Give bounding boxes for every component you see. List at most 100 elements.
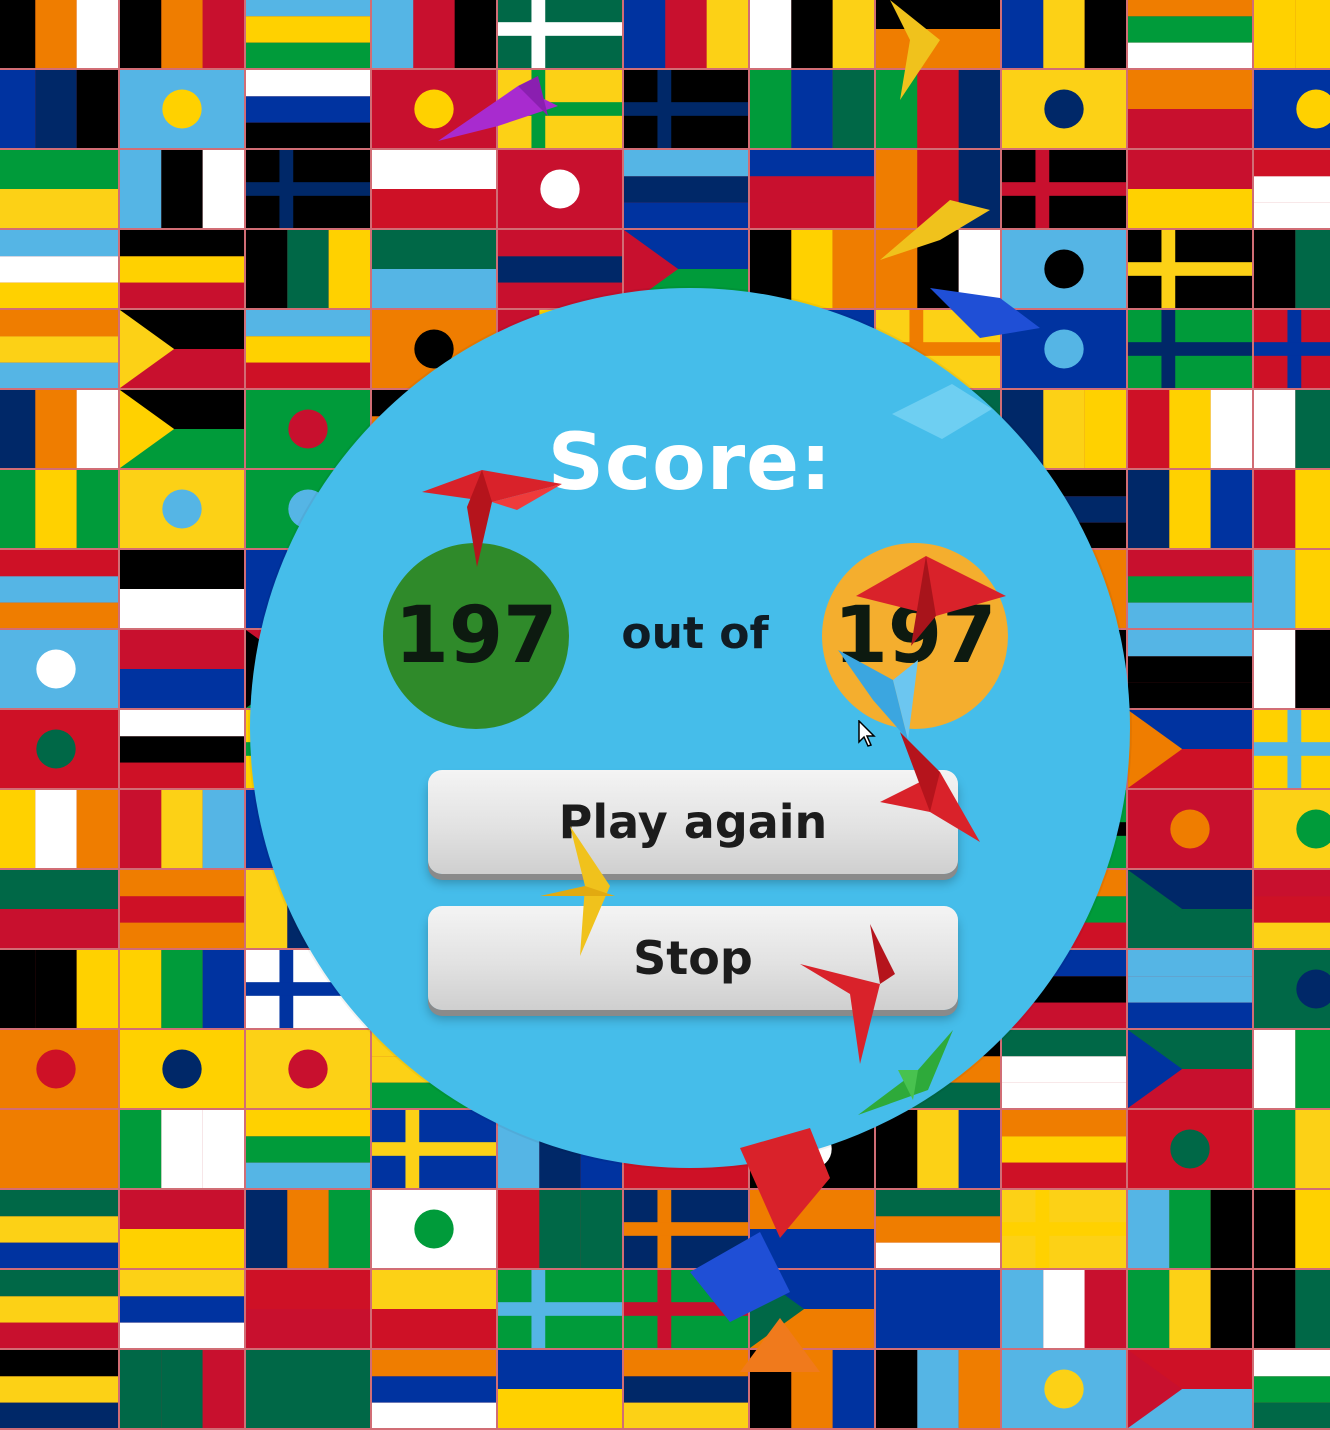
flag-tile (1254, 790, 1330, 870)
flag-tile (1128, 550, 1254, 630)
flag-tile (246, 1270, 372, 1350)
flag-tile (498, 1270, 624, 1350)
flag-tile (624, 1350, 750, 1430)
flag-tile (120, 710, 246, 790)
flag-tile (876, 1270, 1002, 1350)
flag-tile (1002, 70, 1128, 150)
flag-tile (246, 1030, 372, 1110)
flag-tile (1002, 1110, 1128, 1190)
flag-tile (1254, 470, 1330, 550)
flag-tile (120, 150, 246, 230)
flag-tile (0, 1270, 120, 1350)
flag-tile (624, 150, 750, 230)
flag-tile (0, 0, 120, 70)
flag-tile (372, 1110, 498, 1190)
flag-tile (1254, 230, 1330, 310)
flag-tile (120, 70, 246, 150)
flag-tile (498, 70, 624, 150)
flag-tile (750, 1270, 876, 1350)
flag-tile (0, 310, 120, 390)
flag-tile (1254, 710, 1330, 790)
flag-tile (624, 70, 750, 150)
flag-tile (1254, 870, 1330, 950)
flag-tile (498, 1190, 624, 1270)
flag-tile (0, 470, 120, 550)
flag-tile (0, 630, 120, 710)
flag-tile (1128, 1110, 1254, 1190)
flag-tile (246, 1350, 372, 1430)
flag-tile (246, 1110, 372, 1190)
flag-tile (1254, 390, 1330, 470)
flag-tile (1254, 950, 1330, 1030)
flag-tile (1002, 1190, 1128, 1270)
flag-tile (750, 1190, 876, 1270)
total-score-badge: 197 (822, 543, 1008, 729)
flag-tile (1254, 1270, 1330, 1350)
mouse-cursor-icon (858, 720, 876, 747)
flag-tile (1254, 630, 1330, 710)
flag-tile (372, 1350, 498, 1430)
flag-tile (0, 1190, 120, 1270)
flag-tile (624, 1190, 750, 1270)
flag-tile (0, 1030, 120, 1110)
flag-tile (1128, 1030, 1254, 1110)
flag-tile (1254, 550, 1330, 630)
play-again-button[interactable]: Play again (428, 770, 958, 874)
flag-tile (1128, 70, 1254, 150)
flag-tile (1128, 1270, 1254, 1350)
flag-tile (0, 230, 120, 310)
flag-tile (120, 310, 246, 390)
flag-tile (0, 390, 120, 470)
flag-tile (0, 550, 120, 630)
flag-tile (0, 870, 120, 950)
flag-tile (120, 950, 246, 1030)
flag-tile (120, 470, 246, 550)
flag-tile (624, 1270, 750, 1350)
flag-tile (1002, 230, 1128, 310)
flag-tile (120, 870, 246, 950)
flag-tile (498, 0, 624, 70)
flag-tile (372, 1190, 498, 1270)
flag-tile (876, 230, 1002, 310)
flag-tile (1002, 1350, 1128, 1430)
flag-tile (246, 150, 372, 230)
flag-tile (0, 1350, 120, 1430)
flag-tile (0, 70, 120, 150)
flag-tile (246, 0, 372, 70)
flag-tile (0, 150, 120, 230)
flag-tile (120, 230, 246, 310)
flag-tile (0, 950, 120, 1030)
flag-tile (372, 70, 498, 150)
flag-tile (1128, 630, 1254, 710)
flag-tile (246, 1190, 372, 1270)
flag-tile (876, 0, 1002, 70)
score-dialog: Score: 197 out of 197 Play again Stop (250, 288, 1130, 1168)
flag-tile (750, 1350, 876, 1430)
flag-tile (1002, 1030, 1128, 1110)
flag-tile (1254, 1030, 1330, 1110)
flag-tile (1128, 390, 1254, 470)
flag-tile (120, 550, 246, 630)
flag-tile (1254, 70, 1330, 150)
stop-button[interactable]: Stop (428, 906, 958, 1010)
flag-tile (750, 150, 876, 230)
flag-tile (120, 1350, 246, 1430)
flag-tile (0, 790, 120, 870)
flag-tile (1128, 950, 1254, 1030)
flag-tile (1002, 1270, 1128, 1350)
flag-tile (372, 150, 498, 230)
flag-tile (1002, 150, 1128, 230)
flag-tile (0, 1110, 120, 1190)
flag-tile (876, 1110, 1002, 1190)
flag-tile (1128, 790, 1254, 870)
out-of-label: out of (621, 608, 769, 659)
flag-tile (1128, 870, 1254, 950)
flag-tile (1254, 310, 1330, 390)
flag-tile (0, 710, 120, 790)
flag-tile (246, 70, 372, 150)
flag-tile (1254, 1350, 1330, 1430)
flag-tile (246, 310, 372, 390)
flag-tile (498, 1350, 624, 1430)
flag-tile (1128, 470, 1254, 550)
flag-tile (1128, 0, 1254, 70)
